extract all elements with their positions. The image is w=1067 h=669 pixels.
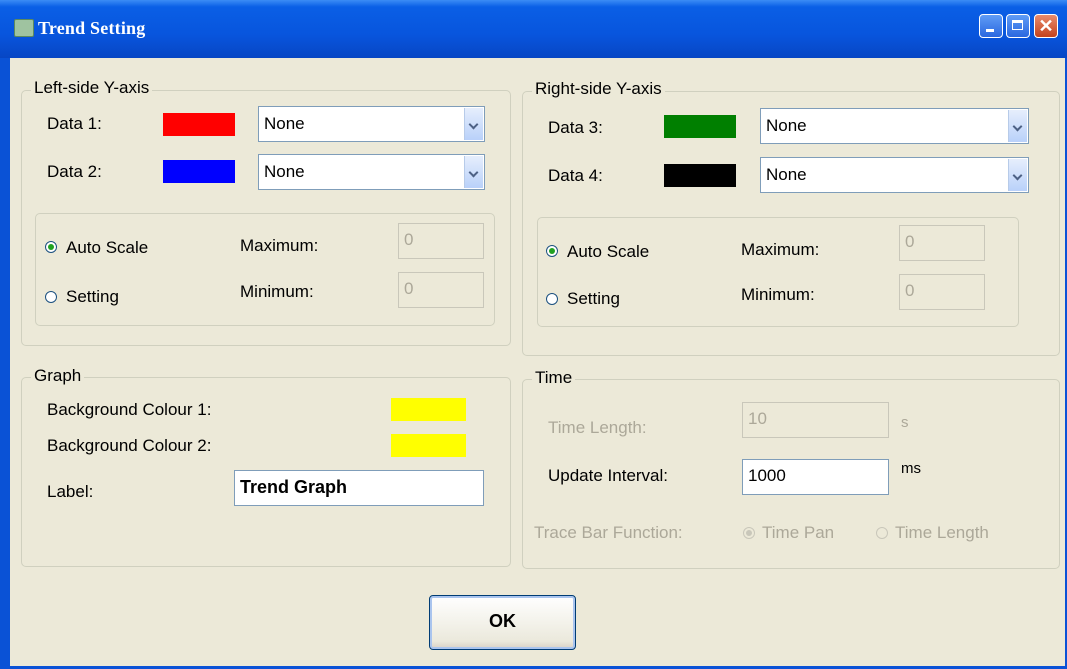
time-length-unit: s [901, 414, 909, 431]
update-interval-unit: ms [901, 460, 921, 477]
time-length-field[interactable]: 10 [742, 402, 889, 438]
graph-label-input[interactable]: Trend Graph [234, 470, 484, 506]
minimize-button[interactable] [979, 14, 1003, 38]
time-legend: Time [532, 368, 576, 388]
bg-colour1-swatch[interactable] [391, 398, 466, 421]
data2-select-value: None [264, 162, 305, 181]
left-maximum-label: Maximum: [240, 236, 319, 255]
right-auto-scale-label[interactable]: Auto Scale [567, 242, 649, 262]
data4-select[interactable]: None [760, 157, 1029, 193]
data2-color-swatch[interactable] [163, 160, 235, 183]
right-maximum-label: Maximum: [741, 240, 820, 259]
data4-select-value: None [766, 165, 807, 184]
bg-colour2-swatch[interactable] [391, 434, 466, 457]
right-setting-label[interactable]: Setting [567, 289, 620, 309]
chevron-down-icon[interactable] [1008, 110, 1027, 142]
dialog-body: Left-side Y-axis Data 1: None Data 2: No… [10, 58, 1065, 666]
bg-colour2-label: Background Colour 2: [47, 436, 212, 455]
right-minimum-label: Minimum: [741, 285, 815, 304]
app-icon [14, 19, 34, 37]
left-maximum-field[interactable]: 0 [398, 223, 484, 259]
data3-select-value: None [766, 116, 807, 135]
left-auto-scale-radio[interactable] [45, 241, 57, 253]
chevron-down-icon[interactable] [464, 156, 483, 188]
data3-select[interactable]: None [760, 108, 1029, 144]
time-length-radio[interactable] [876, 527, 888, 539]
right-setting-radio[interactable] [546, 293, 558, 305]
data1-label: Data 1: [47, 114, 102, 133]
time-length-option-label[interactable]: Time Length [895, 523, 989, 543]
left-setting-label[interactable]: Setting [66, 287, 119, 307]
time-length-label: Time Length: [548, 418, 647, 437]
left-setting-radio[interactable] [45, 291, 57, 303]
update-interval-label: Update Interval: [548, 466, 669, 485]
ok-button-label: OK [489, 611, 516, 631]
title-bar[interactable]: Trend Setting ✕ [0, 0, 1067, 58]
close-button[interactable]: ✕ [1034, 14, 1058, 38]
update-interval-field[interactable]: 1000 [742, 459, 889, 495]
data4-label: Data 4: [548, 166, 603, 185]
data1-color-swatch[interactable] [163, 113, 235, 136]
left-minimum-field[interactable]: 0 [398, 272, 484, 308]
trend-setting-window: Trend Setting ✕ Left-side Y-axis Data 1:… [0, 0, 1067, 669]
right-auto-scale-radio[interactable] [546, 245, 558, 257]
right-maximum-field[interactable]: 0 [899, 225, 985, 261]
right-minimum-field[interactable]: 0 [899, 274, 985, 310]
maximize-button[interactable] [1006, 14, 1030, 38]
trace-bar-function-label: Trace Bar Function: [534, 523, 683, 542]
graph-legend: Graph [31, 366, 85, 386]
data1-select[interactable]: None [258, 106, 485, 142]
data2-label: Data 2: [47, 162, 102, 181]
left-auto-scale-label[interactable]: Auto Scale [66, 238, 148, 258]
data4-color-swatch[interactable] [664, 164, 736, 187]
chevron-down-icon[interactable] [1008, 159, 1027, 191]
data2-select[interactable]: None [258, 154, 485, 190]
close-icon: ✕ [1038, 16, 1054, 36]
bg-colour1-label: Background Colour 1: [47, 400, 212, 419]
graph-label-label: Label: [47, 482, 94, 501]
left-minimum-label: Minimum: [240, 282, 314, 301]
chevron-down-icon[interactable] [464, 108, 483, 140]
data3-color-swatch[interactable] [664, 115, 736, 138]
left-axis-legend: Left-side Y-axis [31, 78, 153, 98]
ok-button[interactable]: OK [429, 595, 576, 650]
data1-select-value: None [264, 114, 305, 133]
right-axis-legend: Right-side Y-axis [532, 79, 665, 99]
data3-label: Data 3: [548, 118, 603, 137]
time-pan-label[interactable]: Time Pan [762, 523, 834, 543]
window-title: Trend Setting [38, 18, 146, 38]
time-pan-radio[interactable] [743, 527, 755, 539]
